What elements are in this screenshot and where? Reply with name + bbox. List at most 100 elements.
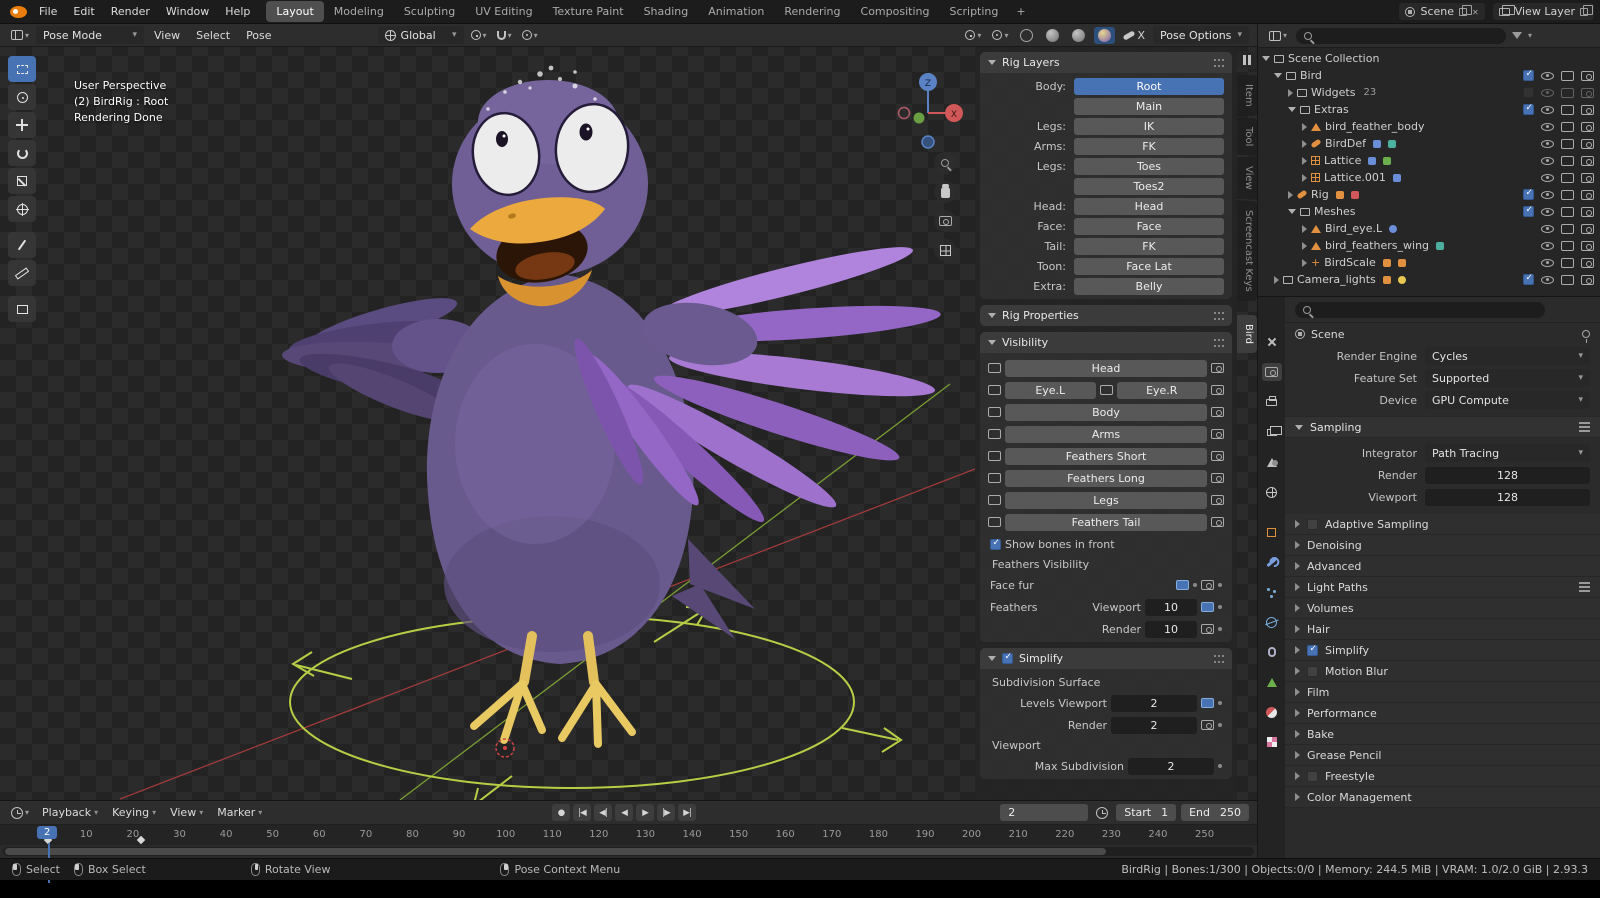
mirror-x-toggle[interactable]: X bbox=[1120, 29, 1148, 42]
rig-layer-belly-button[interactable]: Belly bbox=[1074, 277, 1224, 295]
sidebar-tab-item[interactable]: Item bbox=[1237, 75, 1257, 116]
hide-eye-icon[interactable] bbox=[1541, 207, 1554, 216]
hide-eye-icon[interactable] bbox=[1541, 190, 1554, 199]
simplify-checkbox[interactable] bbox=[1002, 652, 1013, 664]
filter-icon[interactable] bbox=[1512, 32, 1523, 39]
disable-render-icon[interactable] bbox=[1581, 257, 1594, 268]
outliner-row-scene-collection[interactable]: Scene Collection bbox=[1258, 50, 1600, 67]
rig-layer-tail-fk-button[interactable]: FK bbox=[1074, 237, 1224, 255]
tool-extra-button[interactable] bbox=[8, 296, 36, 322]
outliner-row-birddef[interactable]: BirdDef bbox=[1258, 135, 1600, 152]
playhead[interactable]: 2 bbox=[37, 826, 58, 839]
hide-eye-icon[interactable] bbox=[1541, 173, 1554, 182]
hide-eye-icon[interactable] bbox=[1541, 258, 1554, 267]
panel-hair[interactable]: Hair bbox=[1285, 619, 1600, 640]
rig-layer-arms-fk-button[interactable]: FK bbox=[1074, 137, 1224, 155]
face-fur-render-toggle[interactable] bbox=[1201, 580, 1214, 590]
viewport-toggle-icon[interactable] bbox=[988, 517, 1001, 527]
levels-viewport-toggle[interactable] bbox=[1201, 698, 1214, 708]
select-menu[interactable]: Select bbox=[190, 27, 236, 44]
render-toggle-icon[interactable] bbox=[1211, 363, 1224, 373]
tool-tweak-button[interactable] bbox=[8, 56, 36, 82]
sidebar-tab-screencast-keys[interactable]: Screencast Keys bbox=[1237, 200, 1257, 301]
disable-render-icon[interactable] bbox=[1581, 70, 1594, 81]
panel-performance[interactable]: Performance bbox=[1285, 703, 1600, 724]
current-frame-field[interactable]: 2 bbox=[1000, 804, 1089, 821]
rig-layer-head-button[interactable]: Head bbox=[1074, 197, 1224, 215]
menu-window[interactable]: Window bbox=[158, 2, 217, 21]
prev-keyframe-button[interactable]: ◀| bbox=[594, 804, 612, 821]
disable-viewport-icon[interactable] bbox=[1561, 240, 1574, 251]
visibility-arms-button[interactable]: Arms bbox=[1005, 425, 1207, 443]
tab-tool[interactable] bbox=[1262, 333, 1282, 351]
properties-search-input[interactable] bbox=[1295, 301, 1545, 318]
new-view-layer-icon[interactable] bbox=[1580, 4, 1593, 16]
visibility-eye-r-button[interactable]: Eye.R bbox=[1116, 381, 1207, 399]
rig-layer-main-button[interactable]: Main bbox=[1074, 97, 1224, 115]
gizmos-dropdown[interactable]: ▾ bbox=[962, 30, 984, 40]
proportional-editing-toggle[interactable]: ▾ bbox=[519, 30, 541, 40]
visibility-header[interactable]: Visibility bbox=[980, 332, 1232, 353]
panel-adaptive-sampling[interactable]: Adaptive Sampling bbox=[1285, 514, 1600, 535]
render-toggle-icon[interactable] bbox=[1211, 407, 1224, 417]
visibility-legs-button[interactable]: Legs bbox=[1005, 491, 1207, 509]
rig-layer-face-lat-button[interactable]: Face Lat bbox=[1074, 257, 1224, 275]
rig-layers-header[interactable]: Rig Layers bbox=[980, 52, 1232, 73]
keying-menu[interactable]: Keying bbox=[108, 804, 160, 821]
exclude-checkbox[interactable] bbox=[1523, 103, 1534, 115]
viewport-toggle-icon[interactable] bbox=[988, 363, 1001, 373]
workspace-tab-layout[interactable]: Layout bbox=[266, 1, 324, 22]
hide-eye-icon[interactable] bbox=[1541, 275, 1554, 284]
menu-edit[interactable]: Edit bbox=[65, 2, 102, 21]
render-engine-dropdown[interactable]: Cycles bbox=[1425, 347, 1590, 365]
overlays-dropdown[interactable]: ▾ bbox=[989, 30, 1011, 40]
freestyle-checkbox[interactable] bbox=[1307, 770, 1318, 782]
panel-menu-icon[interactable] bbox=[1579, 582, 1590, 592]
transform-orientation-selector[interactable]: Global bbox=[377, 26, 464, 44]
simplify-render-field[interactable]: 2 bbox=[1111, 716, 1197, 734]
disable-viewport-icon[interactable] bbox=[1561, 189, 1574, 200]
outliner-row-birdscale[interactable]: + BirdScale bbox=[1258, 254, 1600, 271]
render-toggle-icon[interactable] bbox=[1211, 451, 1224, 461]
outliner-row-meshes[interactable]: Meshes bbox=[1258, 203, 1600, 220]
menu-help[interactable]: Help bbox=[217, 2, 258, 21]
adaptive-sampling-checkbox[interactable] bbox=[1307, 518, 1318, 530]
outliner-row-lattice-001[interactable]: Lattice.001 bbox=[1258, 169, 1600, 186]
tab-texture[interactable] bbox=[1262, 733, 1282, 751]
device-dropdown[interactable]: GPU Compute bbox=[1425, 391, 1590, 409]
visibility-feathers-short-button[interactable]: Feathers Short bbox=[1005, 447, 1207, 465]
menu-render[interactable]: Render bbox=[103, 2, 158, 21]
panel-freestyle[interactable]: Freestyle bbox=[1285, 766, 1600, 787]
outliner-row-rig[interactable]: Rig bbox=[1258, 186, 1600, 203]
tab-render[interactable] bbox=[1261, 363, 1282, 381]
rig-layer-root-button[interactable]: Root bbox=[1074, 77, 1224, 95]
tab-modifiers[interactable] bbox=[1262, 553, 1282, 571]
exclude-checkbox[interactable] bbox=[1523, 69, 1534, 81]
start-frame-field[interactable]: Start 1 bbox=[1116, 804, 1177, 821]
disable-viewport-icon[interactable] bbox=[1561, 104, 1574, 115]
outliner-editor-type-selector[interactable]: ▾ bbox=[1266, 30, 1290, 41]
disable-render-icon[interactable] bbox=[1581, 87, 1594, 98]
panel-film[interactable]: Film bbox=[1285, 682, 1600, 703]
render-toggle-icon[interactable] bbox=[1211, 385, 1224, 395]
viewport-toggle-icon[interactable] bbox=[988, 495, 1001, 505]
panel-advanced[interactable]: Advanced bbox=[1285, 556, 1600, 577]
screencast-pause-icon[interactable] bbox=[1237, 51, 1257, 69]
shading-wireframe-button[interactable] bbox=[1016, 27, 1037, 44]
show-bones-checkbox[interactable] bbox=[990, 538, 1001, 550]
feathers-render-field[interactable]: 10 bbox=[1145, 620, 1197, 638]
timeline-ruler[interactable]: 10 20 30 40 50 60 70 80 90 100 110 120 130 140 150 160 1… bbox=[0, 825, 1257, 883]
tool-measure-button[interactable] bbox=[8, 260, 36, 286]
disable-render-icon[interactable] bbox=[1581, 172, 1594, 183]
feathers-render-toggle[interactable] bbox=[1201, 624, 1214, 634]
tool-move-button[interactable] bbox=[8, 112, 36, 138]
panel-simplify[interactable]: Simplify bbox=[1285, 640, 1600, 661]
editor-type-selector[interactable]: ▾ bbox=[8, 30, 32, 40]
simplify-header[interactable]: Simplify bbox=[980, 648, 1232, 669]
zoom-icon[interactable] bbox=[934, 152, 956, 174]
navigation-gizmo[interactable]: Z X bbox=[880, 66, 976, 169]
pivot-point-selector[interactable]: ▾ bbox=[468, 30, 490, 40]
visibility-feathers-tail-button[interactable]: Feathers Tail bbox=[1005, 513, 1207, 531]
menu-file[interactable]: File bbox=[31, 2, 65, 21]
shading-solid-button[interactable] bbox=[1042, 27, 1063, 44]
